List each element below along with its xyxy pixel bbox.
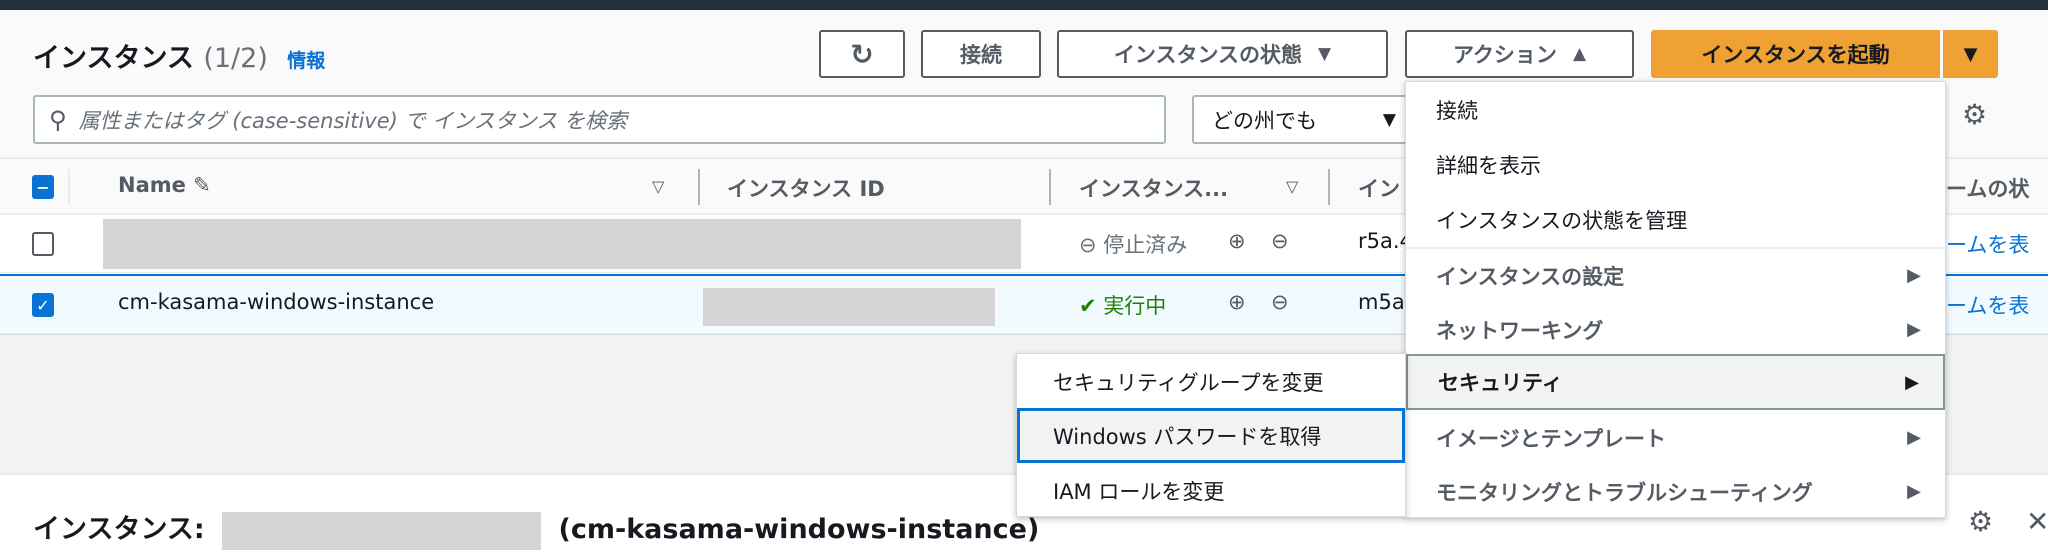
- menu-item-monitoring[interactable]: モニタリングとトラブルシューティング ▶: [1406, 464, 1945, 519]
- search-placeholder: 属性またはタグ (case-sensitive) で インスタンス を検索: [78, 108, 628, 133]
- sort-icon[interactable]: ▽: [1286, 177, 1298, 196]
- zoom-out-icon[interactable]: ⊖: [1271, 290, 1289, 314]
- instance-state-button[interactable]: インスタンスの状態 ▼: [1057, 30, 1388, 78]
- details-title: インスタンス: (cm-kasama-windows-instance): [33, 507, 1039, 550]
- zoom-in-icon[interactable]: ⊕: [1228, 290, 1246, 314]
- search-input[interactable]: ⚲ 属性またはタグ (case-sensitive) で インスタンス を検索: [33, 95, 1166, 144]
- actions-button[interactable]: アクション ▲: [1405, 30, 1634, 78]
- divider: [68, 169, 70, 205]
- table-settings-gear-icon[interactable]: ⚙: [1962, 98, 1987, 131]
- select-all-checkbox[interactable]: −: [32, 175, 54, 199]
- row-checkbox[interactable]: [32, 232, 54, 256]
- details-gear-icon[interactable]: ⚙: [1968, 505, 1993, 538]
- redacted-block: [103, 219, 1021, 269]
- alarm-link[interactable]: ームを表: [1946, 290, 2029, 320]
- column-instance-type[interactable]: イン: [1358, 173, 1400, 203]
- title-text: インスタンス: [33, 43, 194, 74]
- menu-item-instance-settings[interactable]: インスタンスの設定 ▶: [1406, 247, 1945, 302]
- menu-item-connect[interactable]: 接続: [1406, 82, 1945, 137]
- instance-name: cm-kasama-windows-instance: [118, 290, 435, 314]
- caret-down-icon: ▼: [1382, 109, 1396, 130]
- connect-label: 接続: [960, 43, 1002, 67]
- caret-down-icon: ▼: [1318, 44, 1332, 64]
- selection-count: (1/2): [203, 43, 268, 74]
- column-name[interactable]: Name ✎: [118, 173, 211, 197]
- sort-icon[interactable]: ▽: [652, 177, 664, 196]
- details-instance-name: (cm-kasama-windows-instance): [558, 514, 1040, 545]
- status-badge: ✔ 実行中: [1079, 294, 1167, 318]
- alarm-link[interactable]: ームを表: [1946, 229, 2029, 259]
- caret-down-icon: ▼: [1963, 43, 1978, 65]
- close-icon[interactable]: ✕: [2026, 505, 2048, 538]
- region-filter-value: どの州でも: [1212, 108, 1317, 133]
- divider: [698, 169, 700, 205]
- stopped-icon: ⊖: [1079, 233, 1097, 257]
- connect-button[interactable]: 接続: [921, 30, 1041, 78]
- menu-item-change-security-groups[interactable]: セキュリティグループを変更: [1017, 354, 1405, 409]
- running-check-icon: ✔: [1079, 294, 1097, 318]
- actions-menu: 接続 詳細を表示 インスタンスの状態を管理 インスタンスの設定 ▶ ネットワーキン…: [1405, 81, 1946, 518]
- launch-label: インスタンスを起動: [1701, 43, 1890, 67]
- redacted-block: [222, 511, 542, 550]
- top-nav-bar: [0, 0, 2048, 10]
- search-icon: ⚲: [49, 105, 67, 134]
- instance-type: m5a: [1358, 290, 1405, 314]
- menu-item-security[interactable]: セキュリティ ▶: [1406, 354, 1945, 410]
- redacted-block: [703, 288, 995, 326]
- caret-up-icon: ▲: [1572, 44, 1587, 64]
- menu-item-networking[interactable]: ネットワーキング ▶: [1406, 302, 1945, 357]
- launch-instance-button[interactable]: インスタンスを起動: [1651, 30, 1940, 78]
- edit-pencil-icon: ✎: [193, 173, 211, 197]
- menu-item-get-windows-password[interactable]: Windows パスワードを取得: [1017, 408, 1405, 463]
- info-link[interactable]: 情報: [287, 50, 325, 72]
- divider: [1049, 169, 1051, 205]
- page-title: インスタンス (1/2) 情報: [33, 36, 325, 75]
- status-badge: ⊖ 停止済み: [1079, 233, 1188, 257]
- instance-state-label: インスタンスの状態: [1113, 43, 1303, 67]
- submenu-arrow-icon: ▶: [1907, 427, 1921, 448]
- submenu-arrow-icon: ▶: [1907, 481, 1921, 502]
- row-checkbox[interactable]: ✓: [32, 293, 54, 317]
- divider: [1328, 169, 1330, 205]
- actions-label: アクション: [1452, 43, 1557, 67]
- zoom-out-icon[interactable]: ⊖: [1271, 229, 1289, 253]
- launch-dropdown-button[interactable]: ▼: [1943, 30, 1998, 78]
- menu-item-manage-state[interactable]: インスタンスの状態を管理: [1406, 192, 1945, 247]
- column-alarm-status[interactable]: ームの状: [1946, 173, 2029, 203]
- menu-item-view-details[interactable]: 詳細を表示: [1406, 137, 1945, 192]
- region-filter-select[interactable]: どの州でも ▼: [1192, 95, 1412, 144]
- submenu-arrow-icon: ▶: [1907, 319, 1921, 340]
- menu-item-images-templates[interactable]: イメージとテンプレート ▶: [1406, 410, 1945, 465]
- menu-item-modify-iam-role[interactable]: IAM ロールを変更: [1017, 463, 1405, 518]
- submenu-arrow-icon: ▶: [1907, 265, 1921, 286]
- zoom-in-icon[interactable]: ⊕: [1228, 229, 1246, 253]
- refresh-icon: ↻: [850, 37, 874, 71]
- refresh-button[interactable]: ↻: [819, 30, 905, 78]
- column-instance-id[interactable]: インスタンス ID: [727, 173, 885, 203]
- submenu-arrow-icon: ▶: [1905, 371, 1919, 393]
- security-submenu: セキュリティグループを変更 Windows パスワードを取得 IAM ロールを変…: [1016, 353, 1406, 517]
- column-instance-state[interactable]: インスタンス...: [1079, 173, 1228, 203]
